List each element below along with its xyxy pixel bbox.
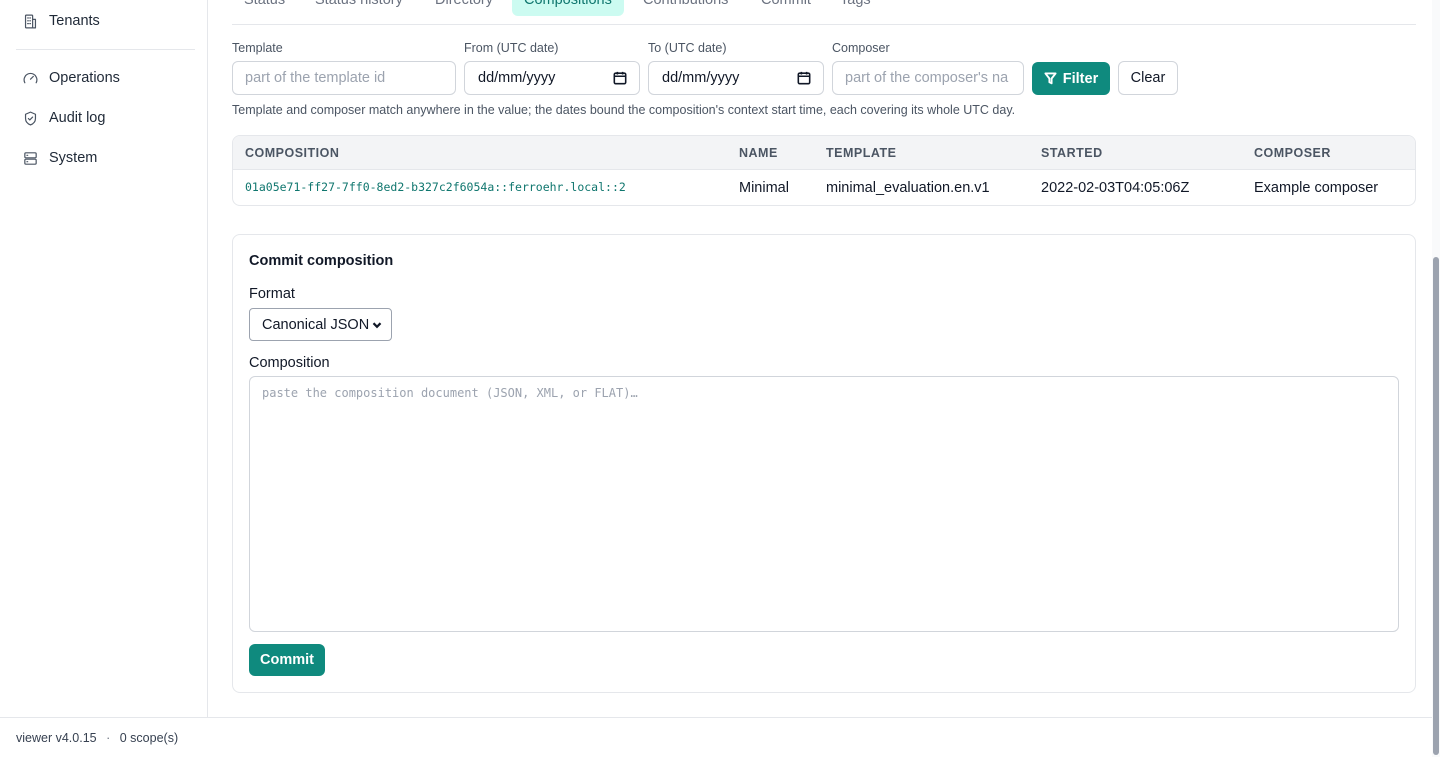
calendar-icon[interactable] — [797, 71, 811, 85]
column-header-composer: COMPOSER — [1254, 146, 1331, 160]
format-label: Format — [249, 286, 295, 302]
main-content: Status Status history Directory Composit… — [208, 0, 1432, 717]
sidebar-divider — [16, 49, 195, 50]
commit-panel-title: Commit composition — [249, 253, 394, 269]
chevron-down-icon — [372, 321, 382, 328]
composition-label: Composition — [249, 355, 330, 371]
sidebar-item-label: System — [49, 150, 98, 166]
tab-compositions[interactable]: Compositions — [512, 0, 624, 16]
tab-tags[interactable]: Tags — [828, 0, 883, 16]
column-header-name: NAME — [739, 146, 778, 160]
sidebar-item-label: Operations — [49, 70, 120, 86]
to-date-value: dd/mm/yyyy — [662, 70, 740, 86]
calendar-icon[interactable] — [613, 71, 627, 85]
scrollbar-thumb[interactable] — [1433, 257, 1439, 755]
commit-composition-panel: Commit composition Format Canonical JSON… — [232, 234, 1416, 693]
column-header-template: TEMPLATE — [826, 146, 897, 160]
from-date-input[interactable]: dd/mm/yyyy — [464, 61, 640, 95]
from-date-label: From (UTC date) — [464, 41, 559, 55]
scope-count: 0 scope(s) — [119, 731, 179, 745]
tab-bar: Status Status history Directory Composit… — [232, 0, 1416, 25]
tab-directory[interactable]: Directory — [423, 0, 505, 16]
sidebar-item-system[interactable]: System — [22, 146, 97, 170]
composer-filter-input[interactable] — [832, 61, 1024, 95]
funnel-icon — [1044, 72, 1057, 85]
composition-name: Minimal — [739, 180, 789, 196]
sidebar-item-label: Audit log — [49, 110, 106, 126]
filter-button[interactable]: Filter — [1032, 62, 1110, 95]
composition-composer: Example composer — [1254, 180, 1379, 196]
composition-started: 2022-02-03T04:05:06Z — [1041, 180, 1190, 196]
commit-button[interactable]: Commit — [249, 644, 325, 676]
sidebar-item-tenants[interactable]: Tenants — [22, 9, 100, 33]
tab-status[interactable]: Status — [232, 0, 297, 16]
viewer-version: viewer v4.0.15 — [16, 731, 97, 745]
to-date-label: To (UTC date) — [648, 41, 727, 55]
filter-hint: Template and composer match anywhere in … — [232, 103, 1016, 117]
sidebar: Tenants Operations Audit log System — [0, 0, 208, 717]
building-icon — [24, 14, 37, 28]
compositions-table: COMPOSITION NAME TEMPLATE STARTED COMPOS… — [232, 135, 1416, 206]
filter-button-label: Filter — [1062, 70, 1099, 87]
composition-template: minimal_evaluation.en.v1 — [826, 180, 990, 196]
template-filter-input[interactable] — [232, 61, 456, 95]
from-date-value: dd/mm/yyyy — [478, 70, 556, 86]
footer: viewer v4.0.15 · 0 scope(s) — [0, 717, 1432, 757]
composition-id-link[interactable]: 01a05e71-ff27-7ff0-8ed2-b327c2f6054a::fe… — [245, 170, 626, 204]
shield-icon — [24, 111, 37, 125]
table-header: COMPOSITION NAME TEMPLATE STARTED COMPOS… — [233, 136, 1415, 170]
tab-contributions[interactable]: Contributions — [631, 0, 740, 16]
column-header-started: STARTED — [1041, 146, 1103, 160]
to-date-input[interactable]: dd/mm/yyyy — [648, 61, 824, 95]
footer-status: viewer v4.0.15 · 0 scope(s) — [16, 731, 178, 745]
footer-separator: · — [106, 731, 111, 745]
table-row: 01a05e71-ff27-7ff0-8ed2-b327c2f6054a::fe… — [233, 170, 1415, 205]
clear-button[interactable]: Clear — [1118, 61, 1178, 95]
format-select-value: Canonical JSON — [262, 316, 370, 333]
composition-textarea[interactable] — [249, 376, 1399, 632]
server-icon — [24, 151, 37, 165]
tab-status-history[interactable]: Status history — [303, 0, 415, 16]
sidebar-item-label: Tenants — [49, 13, 100, 29]
sidebar-item-audit-log[interactable]: Audit log — [22, 106, 105, 130]
template-filter-label: Template — [232, 41, 283, 55]
sidebar-item-operations[interactable]: Operations — [22, 66, 120, 90]
column-header-composition: COMPOSITION — [245, 146, 340, 160]
gauge-icon — [23, 72, 38, 83]
composer-filter-label: Composer — [832, 41, 890, 55]
tab-commit[interactable]: Commit — [749, 0, 823, 16]
format-select[interactable]: Canonical JSON — [249, 308, 392, 341]
